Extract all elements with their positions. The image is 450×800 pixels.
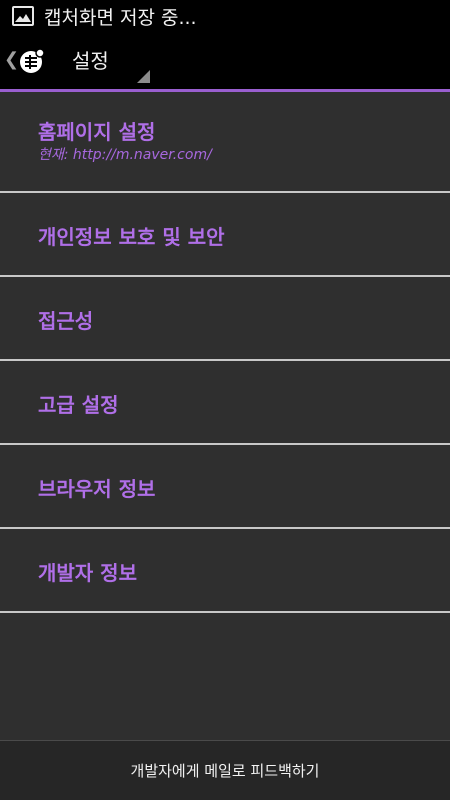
divider xyxy=(0,611,450,613)
action-bar: ❮ 설정 xyxy=(0,32,450,89)
setting-title: 개발자 정보 xyxy=(38,561,137,585)
setting-accessibility[interactable]: 접근성 xyxy=(0,277,450,359)
browser-app-icon[interactable] xyxy=(19,48,45,74)
page-title: 설정 xyxy=(72,49,109,73)
setting-homepage[interactable]: 홈페이지 설정 현재: http://m.naver.com/ xyxy=(0,92,450,191)
image-icon xyxy=(12,6,34,26)
settings-list: 홈페이지 설정 현재: http://m.naver.com/ 개인정보 보호 … xyxy=(0,92,450,613)
setting-title: 고급 설정 xyxy=(38,393,119,417)
setting-title: 홈페이지 설정 xyxy=(38,120,156,144)
status-notification-text: 캡처화면 저장 중... xyxy=(44,6,197,29)
setting-privacy-security[interactable]: 개인정보 보호 및 보안 xyxy=(0,193,450,275)
feedback-email-button[interactable]: 개발자에게 메일로 피드백하기 xyxy=(131,761,320,781)
setting-title: 개인정보 보호 및 보안 xyxy=(38,225,225,249)
setting-summary: 현재: http://m.naver.com/ xyxy=(38,147,212,163)
setting-developer-info[interactable]: 개발자 정보 xyxy=(0,529,450,611)
dropdown-indicator-icon[interactable] xyxy=(137,70,150,83)
setting-title: 접근성 xyxy=(38,309,94,333)
chevron-left-icon[interactable]: ❮ xyxy=(4,50,19,70)
bottom-bar: 개발자에게 메일로 피드백하기 xyxy=(0,740,450,800)
status-bar: 캡처화면 저장 중... xyxy=(0,0,450,32)
setting-advanced[interactable]: 고급 설정 xyxy=(0,361,450,443)
setting-title: 브라우저 정보 xyxy=(38,477,156,501)
setting-browser-info[interactable]: 브라우저 정보 xyxy=(0,445,450,527)
